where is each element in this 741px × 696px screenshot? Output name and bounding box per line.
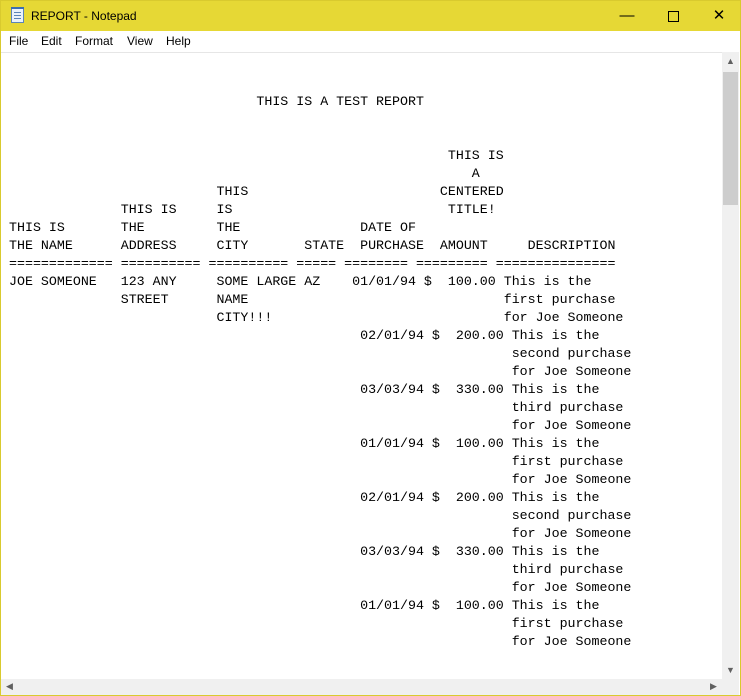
- report-text[interactable]: THIS IS A TEST REPORT THIS IS A THIS CEN…: [9, 57, 631, 651]
- menu-help[interactable]: Help: [166, 34, 191, 48]
- menu-view[interactable]: View: [127, 34, 153, 48]
- scroll-right-icon[interactable]: ▶: [705, 681, 722, 692]
- menu-edit[interactable]: Edit: [41, 34, 62, 48]
- maximize-icon: [667, 11, 679, 22]
- close-button[interactable]: ✕: [696, 1, 740, 31]
- vertical-scrollbar[interactable]: ▲ ▼: [722, 52, 739, 679]
- menu-file[interactable]: File: [9, 34, 28, 48]
- notepad-window: REPORT - Notepad — ✕ File Edit Format Vi…: [0, 0, 741, 696]
- horizontal-scrollbar[interactable]: ◀ ▶: [1, 679, 722, 695]
- scroll-left-icon[interactable]: ◀: [1, 681, 18, 692]
- title-bar[interactable]: REPORT - Notepad — ✕: [1, 1, 740, 31]
- window-title: REPORT - Notepad: [31, 9, 137, 23]
- scroll-up-icon[interactable]: ▲: [722, 56, 739, 66]
- scrollbar-corner: [722, 679, 739, 695]
- notepad-icon: [11, 7, 24, 23]
- minimize-button[interactable]: —: [604, 1, 650, 31]
- maximize-button[interactable]: [650, 1, 696, 31]
- menu-bar: File Edit Format View Help: [1, 31, 740, 51]
- menu-format[interactable]: Format: [75, 34, 113, 48]
- text-editor-area[interactable]: THIS IS A TEST REPORT THIS IS A THIS CEN…: [1, 52, 722, 680]
- scroll-down-icon[interactable]: ▼: [722, 665, 739, 675]
- vertical-scroll-thumb[interactable]: [723, 72, 738, 205]
